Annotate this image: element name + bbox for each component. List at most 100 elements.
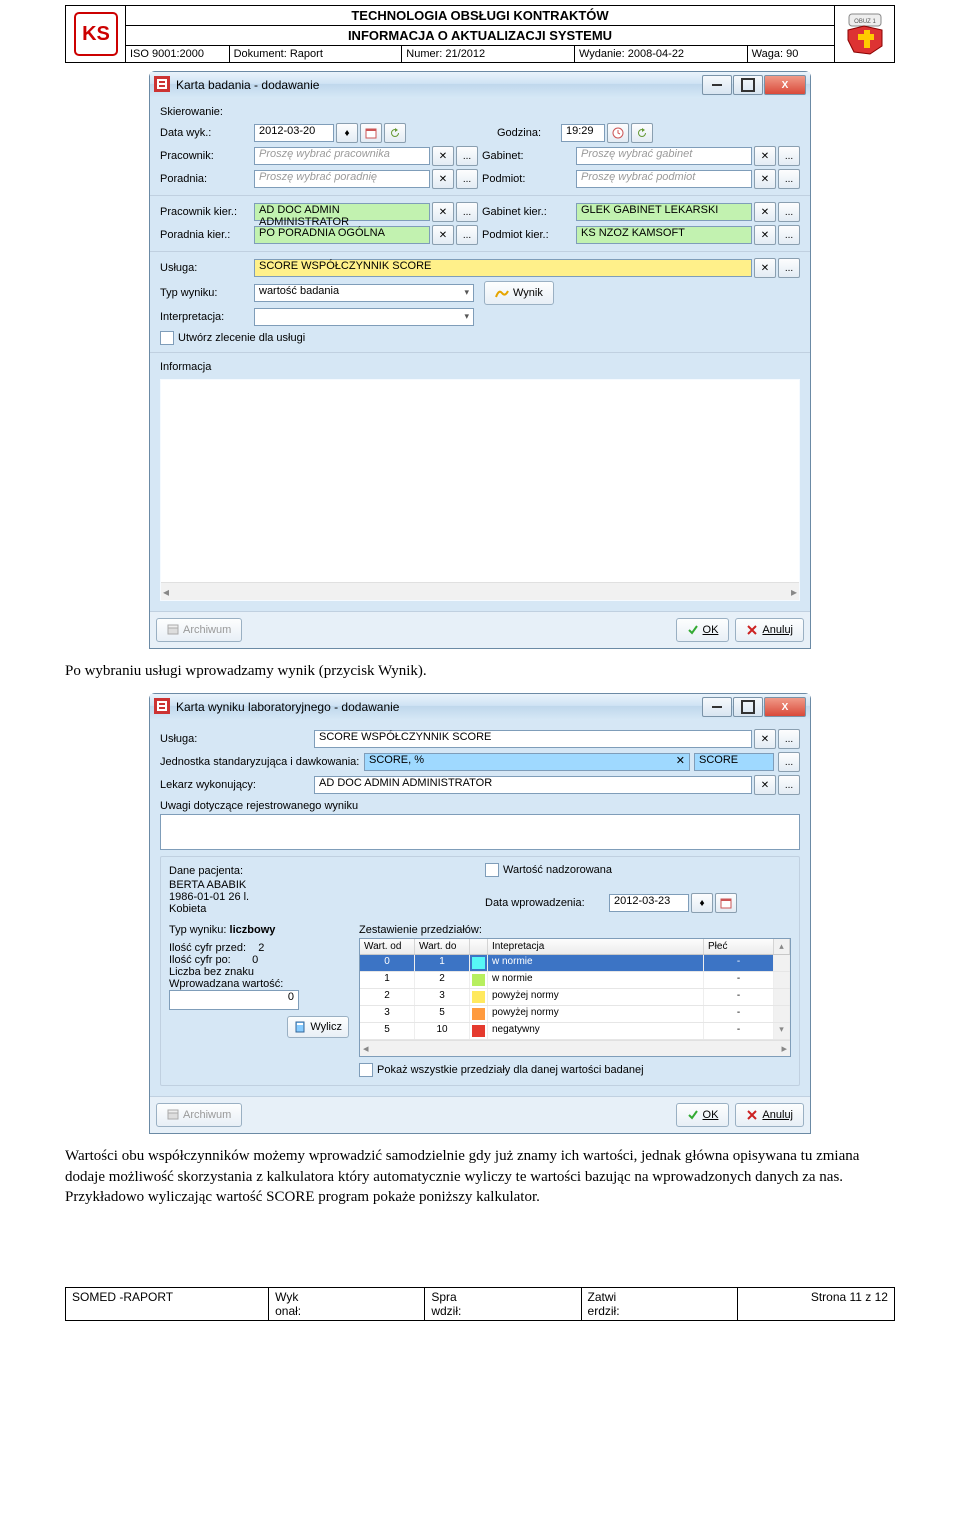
ftr-c2: Wykonał: <box>269 1288 425 1320</box>
usluga-field[interactable]: SCORE WSPÓŁCZYNNIK SCORE <box>254 259 752 277</box>
maximize-button[interactable] <box>733 75 763 95</box>
val-ilosc-po: 0 <box>252 954 258 966</box>
th-wart-do[interactable]: Wart. do <box>415 939 470 954</box>
lbl-ilosc-po: Ilość cyfr po: <box>169 954 231 966</box>
pracownik-field[interactable]: Proszę wybrać pracownika <box>254 147 430 165</box>
anuluj-button[interactable]: Anuluj <box>735 1103 804 1127</box>
browse-icon[interactable]: ... <box>778 169 800 189</box>
browse-icon[interactable]: ... <box>456 169 478 189</box>
th-plec[interactable]: Płeć <box>704 939 774 954</box>
ok-button[interactable]: OK <box>676 618 730 642</box>
wynik-button[interactable]: Wynik <box>484 281 554 305</box>
lbl-gabinet: Gabinet: <box>482 148 572 164</box>
titlebar[interactable]: Karta badania - dodawanie X <box>150 72 810 98</box>
table-row[interactable]: 35powyżej normy- <box>360 1006 790 1023</box>
gabinet-kier-field[interactable]: GLEK GABINET LEKARSKI <box>576 203 752 221</box>
poradnia-field[interactable]: Proszę wybrać poradnię <box>254 170 430 188</box>
clear-icon[interactable]: ✕ <box>754 258 776 278</box>
uwagi-textarea[interactable] <box>160 814 800 850</box>
table-row[interactable]: 01w normie- <box>360 955 790 972</box>
lbl-data-wyk: Data wyk.: <box>160 125 250 141</box>
chk-pokaz-wszystkie[interactable] <box>359 1063 373 1077</box>
chk-utworz-zlecenie[interactable] <box>160 331 174 345</box>
clear-icon[interactable]: ✕ <box>432 169 454 189</box>
poradnia-kier-field[interactable]: PO PORADNIA OGÓLNA <box>254 226 430 244</box>
lekarz-field[interactable]: AD DOC ADMIN ADMINISTRATOR <box>314 776 752 794</box>
lbl-pracownik-kier: Pracownik kier.: <box>160 204 250 220</box>
ftr-c1: SOMED -RAPORT <box>66 1288 269 1320</box>
browse-icon[interactable]: ... <box>778 752 800 772</box>
clear-icon[interactable]: ✕ <box>754 729 776 749</box>
calendar-icon[interactable] <box>360 123 382 143</box>
browse-icon[interactable]: ... <box>778 225 800 245</box>
chk-nadzorowana[interactable] <box>485 863 499 877</box>
th-wart-od[interactable]: Wart. od <box>360 939 415 954</box>
clear-icon[interactable]: ✕ <box>754 202 776 222</box>
table-row[interactable]: 23powyżej normy- <box>360 989 790 1006</box>
spinner-icon[interactable]: ♦ <box>691 893 713 913</box>
clock-icon[interactable] <box>607 123 629 143</box>
browse-icon[interactable]: ... <box>456 225 478 245</box>
clear-icon[interactable]: ✕ <box>754 225 776 245</box>
podmiot-kier-field[interactable]: KS NZOZ KAMSOFT <box>576 226 752 244</box>
clear-icon[interactable]: ✕ <box>432 146 454 166</box>
h-scrollbar[interactable]: ◂▸ <box>360 1040 790 1056</box>
maximize-button[interactable] <box>733 697 763 717</box>
usluga-field[interactable]: SCORE WSPÓŁCZYNNIK SCORE <box>314 730 752 748</box>
browse-icon[interactable]: ... <box>778 729 800 749</box>
pracownik-kier-field[interactable]: AD DOC ADMIN ADMINISTRATOR <box>254 203 430 221</box>
lbl-nadzorowana: Wartość nadzorowana <box>503 864 612 876</box>
browse-icon[interactable]: ... <box>456 202 478 222</box>
color-swatch <box>472 1008 485 1020</box>
minimize-button[interactable] <box>702 75 732 95</box>
minimize-button[interactable] <box>702 697 732 717</box>
clear-icon[interactable]: ✕ <box>432 225 454 245</box>
informacja-textarea[interactable]: ◂▸ <box>160 379 800 601</box>
table-row[interactable]: 12w normie- <box>360 972 790 989</box>
th-interp[interactable]: Intepretacja <box>488 939 704 954</box>
titlebar[interactable]: Karta wyniku laboratoryjnego - dodawanie… <box>150 694 810 720</box>
anuluj-button[interactable]: Anuluj <box>735 618 804 642</box>
wylicz-button[interactable]: Wylicz <box>287 1016 349 1038</box>
clear-icon[interactable]: ✕ <box>754 775 776 795</box>
close-button[interactable]: X <box>764 75 806 95</box>
browse-icon[interactable]: ... <box>778 146 800 166</box>
interpretacja-select[interactable] <box>254 308 474 326</box>
lbl-wprowadzana: Wprowadzana wartość: <box>169 978 349 990</box>
jednostka-field[interactable]: SCORE, %✕ <box>364 753 690 771</box>
refresh-icon[interactable] <box>631 123 653 143</box>
clear-icon[interactable]: ✕ <box>432 202 454 222</box>
browse-icon[interactable]: ... <box>456 146 478 166</box>
godzina-field[interactable]: 19:29 <box>561 124 605 142</box>
hdr-waga: Waga: 90 <box>748 46 834 62</box>
pacjent-sex: Kobieta <box>169 903 475 915</box>
lbl-podmiot: Podmiot: <box>482 171 572 187</box>
color-swatch <box>472 957 485 969</box>
calendar-icon[interactable] <box>715 893 737 913</box>
archiwum-button[interactable]: Archiwum <box>156 1103 242 1127</box>
ftr-c4: Zatwierdził: <box>582 1288 738 1320</box>
clear-icon[interactable]: ✕ <box>754 146 776 166</box>
val-ilosc-przed: 2 <box>258 942 264 954</box>
paragraph-2: Wartości obu współczynników możemy wprow… <box>65 1146 895 1207</box>
ok-button[interactable]: OK <box>676 1103 730 1127</box>
gabinet-field[interactable]: Proszę wybrać gabinet <box>576 147 752 165</box>
close-button[interactable]: X <box>764 697 806 717</box>
browse-icon[interactable]: ... <box>778 775 800 795</box>
data-wprow-field[interactable]: 2012-03-23 <box>609 894 689 912</box>
wartosc-input[interactable]: 0 <box>169 990 299 1010</box>
right-badge: OBUZ 1 <box>834 6 894 62</box>
typ-wyniku-select[interactable]: wartość badania <box>254 284 474 302</box>
browse-icon[interactable]: ... <box>778 202 800 222</box>
archiwum-button[interactable]: Archiwum <box>156 618 242 642</box>
podmiot-field[interactable]: Proszę wybrać podmiot <box>576 170 752 188</box>
refresh-icon[interactable] <box>384 123 406 143</box>
data-wyk-field[interactable]: 2012-03-20 <box>254 124 334 142</box>
table-row[interactable]: 510negatywny-▾ <box>360 1023 790 1040</box>
h-scrollbar[interactable]: ◂▸ <box>161 582 799 600</box>
jednostka-r-field[interactable]: SCORE <box>694 753 774 771</box>
clear-icon[interactable]: ✕ <box>754 169 776 189</box>
spinner-icon[interactable]: ♦ <box>336 123 358 143</box>
browse-icon[interactable]: ... <box>778 258 800 278</box>
dialog-title: Karta badania - dodawanie <box>176 78 696 92</box>
